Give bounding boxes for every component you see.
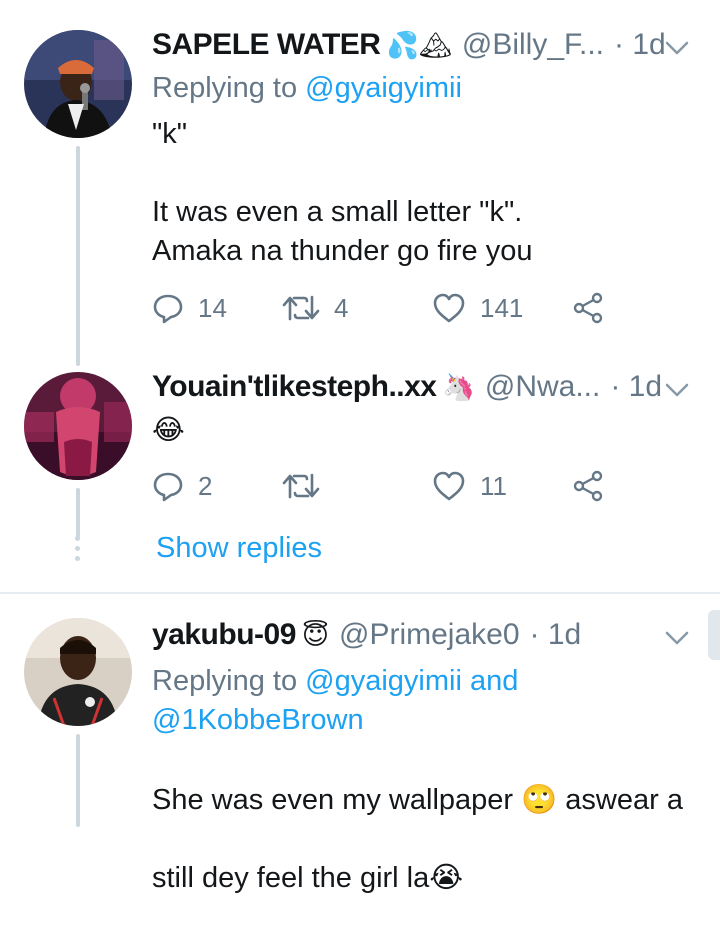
chevron-down-icon[interactable] bbox=[664, 374, 690, 408]
tweet-actions: 14 4 141 bbox=[152, 288, 604, 328]
like-button[interactable]: 141 bbox=[432, 293, 572, 324]
name-emoji: 💦🏔 bbox=[386, 31, 452, 61]
retweet-button[interactable] bbox=[282, 471, 432, 501]
tweet-3[interactable]: yakubu-09 😇 @Primejake0 · 1d Replying to… bbox=[0, 594, 720, 894]
reply-button[interactable]: 14 bbox=[152, 292, 282, 324]
thread-line bbox=[76, 488, 80, 538]
display-name[interactable]: SAPELE WATER bbox=[152, 28, 381, 62]
reply-icon bbox=[152, 292, 184, 324]
timestamp[interactable]: · 1d bbox=[610, 370, 662, 404]
replying-to: Replying to @gyaigyimii and @1KobbeBrown bbox=[152, 662, 518, 740]
mention-link-2[interactable]: @1KobbeBrown bbox=[152, 704, 364, 736]
replying-to: Replying to @gyaigyimii bbox=[152, 72, 462, 105]
tweet-text: "k" It was even a small letter "k". Amak… bbox=[152, 118, 533, 267]
avatar[interactable] bbox=[24, 618, 132, 726]
share-icon bbox=[572, 470, 604, 502]
timestamp[interactable]: · 1d bbox=[614, 28, 666, 62]
user-handle[interactable]: @Billy_F... bbox=[462, 28, 604, 62]
more-replies-dots bbox=[75, 536, 81, 566]
display-name[interactable]: Youain'tlikesteph..xx bbox=[152, 370, 437, 404]
share-button[interactable] bbox=[572, 292, 604, 324]
reply-button[interactable]: 2 bbox=[152, 470, 282, 502]
like-button[interactable]: 11 bbox=[432, 471, 572, 502]
chevron-down-icon[interactable] bbox=[664, 622, 690, 656]
avatar[interactable] bbox=[24, 30, 132, 138]
share-icon bbox=[572, 292, 604, 324]
display-name[interactable]: yakubu-09 bbox=[152, 618, 296, 652]
tweet-header: yakubu-09 😇 @Primejake0 · 1d bbox=[152, 618, 690, 658]
retweet-count: 4 bbox=[334, 292, 349, 323]
like-count: 141 bbox=[480, 292, 524, 323]
retweet-icon bbox=[282, 471, 320, 501]
timestamp[interactable]: · 1d bbox=[530, 618, 582, 652]
show-replies-link[interactable]: Show replies bbox=[156, 532, 322, 565]
name-emoji: 😇 bbox=[301, 621, 329, 651]
mention-link[interactable]: @gyaigyimii bbox=[305, 72, 462, 104]
share-button[interactable] bbox=[572, 470, 604, 502]
retweet-icon bbox=[282, 293, 320, 323]
user-handle[interactable]: @Nwa... bbox=[485, 370, 600, 404]
mention-link[interactable]: @gyaigyimii and bbox=[305, 665, 518, 697]
tweet-header: SAPELE WATER 💦🏔 @Billy_F... · 1d bbox=[152, 28, 690, 68]
reply-count: 2 bbox=[198, 470, 213, 501]
like-icon bbox=[432, 471, 466, 501]
retweet-button[interactable]: 4 bbox=[282, 293, 432, 324]
avatar[interactable] bbox=[24, 372, 132, 480]
reply-count: 14 bbox=[198, 292, 227, 323]
replying-prefix: Replying to bbox=[152, 665, 306, 697]
like-icon bbox=[432, 293, 466, 323]
tweet-text: She was even my wallpaper 🙄 aswear a sti… bbox=[152, 742, 683, 937]
tweet-1[interactable]: SAPELE WATER 💦🏔 @Billy_F... · 1d Replyin… bbox=[0, 0, 720, 366]
reply-icon bbox=[152, 470, 184, 502]
tweet-text-line-2: still dey feel the girl la😭 bbox=[152, 862, 464, 894]
replying-prefix: Replying to bbox=[152, 72, 306, 104]
name-emoji: 🦄 bbox=[442, 373, 475, 403]
chevron-down-icon[interactable] bbox=[664, 32, 690, 66]
thread-line bbox=[76, 734, 80, 827]
tweet-actions: 2 11 bbox=[152, 466, 604, 506]
tweet-text-line-1: She was even my wallpaper 🙄 aswear a bbox=[152, 784, 683, 816]
tweet-text: 😂 bbox=[152, 413, 185, 446]
tweet-header: Youain'tlikesteph..xx 🦄 @Nwa... · 1d bbox=[152, 370, 690, 410]
tweet-2[interactable]: Youain'tlikesteph..xx 🦄 @Nwa... · 1d 😂 2… bbox=[0, 360, 720, 592]
user-handle[interactable]: @Primejake0 bbox=[339, 618, 520, 652]
like-count: 11 bbox=[480, 470, 507, 501]
thread-line bbox=[76, 146, 80, 366]
